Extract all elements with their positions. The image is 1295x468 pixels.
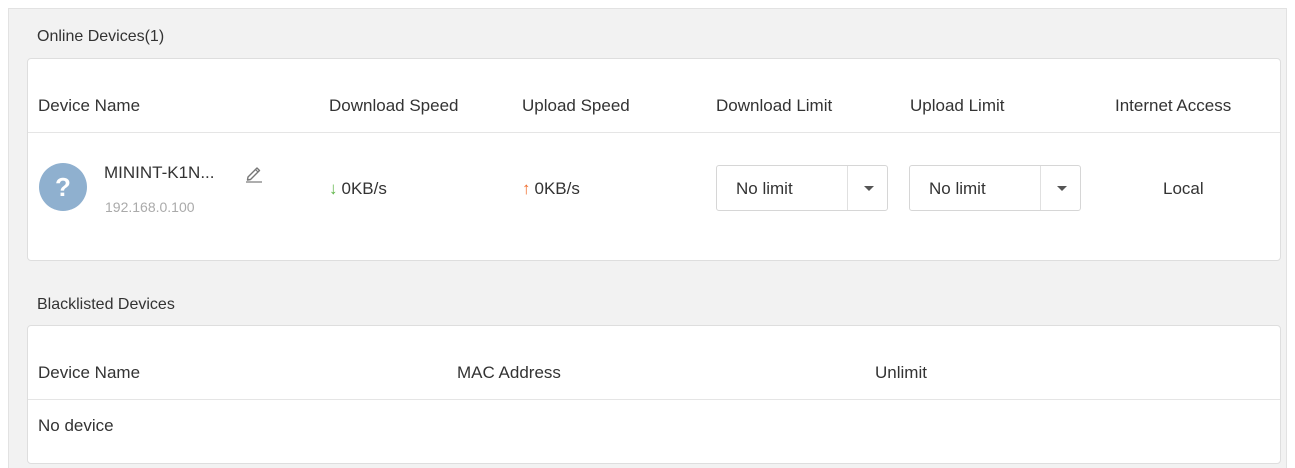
header-divider [28,132,1280,133]
col-internet-access: Internet Access [1115,96,1232,115]
empty-state-text: No device [38,416,114,435]
col-device-name: Device Name [38,96,141,115]
col-download-limit: Download Limit [716,96,833,115]
col-device-name: Device Name [38,363,141,382]
upload-limit-value: No limit [929,179,986,198]
upload-speed: ↑ 0KB/s [522,179,580,199]
download-speed: ↓ 0KB/s [329,179,387,199]
blacklisted-devices-table: Device Name MAC Address Unlimit No devic… [27,325,1281,464]
upload-speed-value: 0KB/s [534,179,580,198]
download-limit-value: No limit [736,179,793,198]
col-upload-limit: Upload Limit [910,96,1005,115]
device-name: MININT-K1N... [104,163,215,182]
caret-down-icon[interactable] [1057,186,1067,191]
header-divider [28,399,1280,400]
internet-access-value: Local [1163,179,1204,198]
arrow-up-icon: ↑ [522,179,531,198]
unknown-device-icon: ? [39,163,87,211]
arrow-down-icon: ↓ [329,179,338,198]
download-limit-select[interactable]: No limit [716,165,888,211]
upload-limit-select[interactable]: No limit [909,165,1081,211]
select-divider [1040,166,1041,210]
online-devices-title: Online Devices(1) [37,28,165,45]
select-divider [847,166,848,210]
pencil-icon[interactable] [244,163,264,183]
device-ip: 192.168.0.100 [105,199,195,215]
col-unlimit: Unlimit [875,363,927,382]
col-mac-address: MAC Address [457,363,561,382]
caret-down-icon[interactable] [864,186,874,191]
download-speed-value: 0KB/s [341,179,387,198]
device-management-panel: Online Devices(1) Device Name Download S… [8,8,1287,468]
col-upload-speed: Upload Speed [522,96,630,115]
blacklisted-devices-title: Blacklisted Devices [37,296,175,313]
col-download-speed: Download Speed [329,96,459,115]
online-devices-table: Device Name Download Speed Upload Speed … [27,58,1281,261]
